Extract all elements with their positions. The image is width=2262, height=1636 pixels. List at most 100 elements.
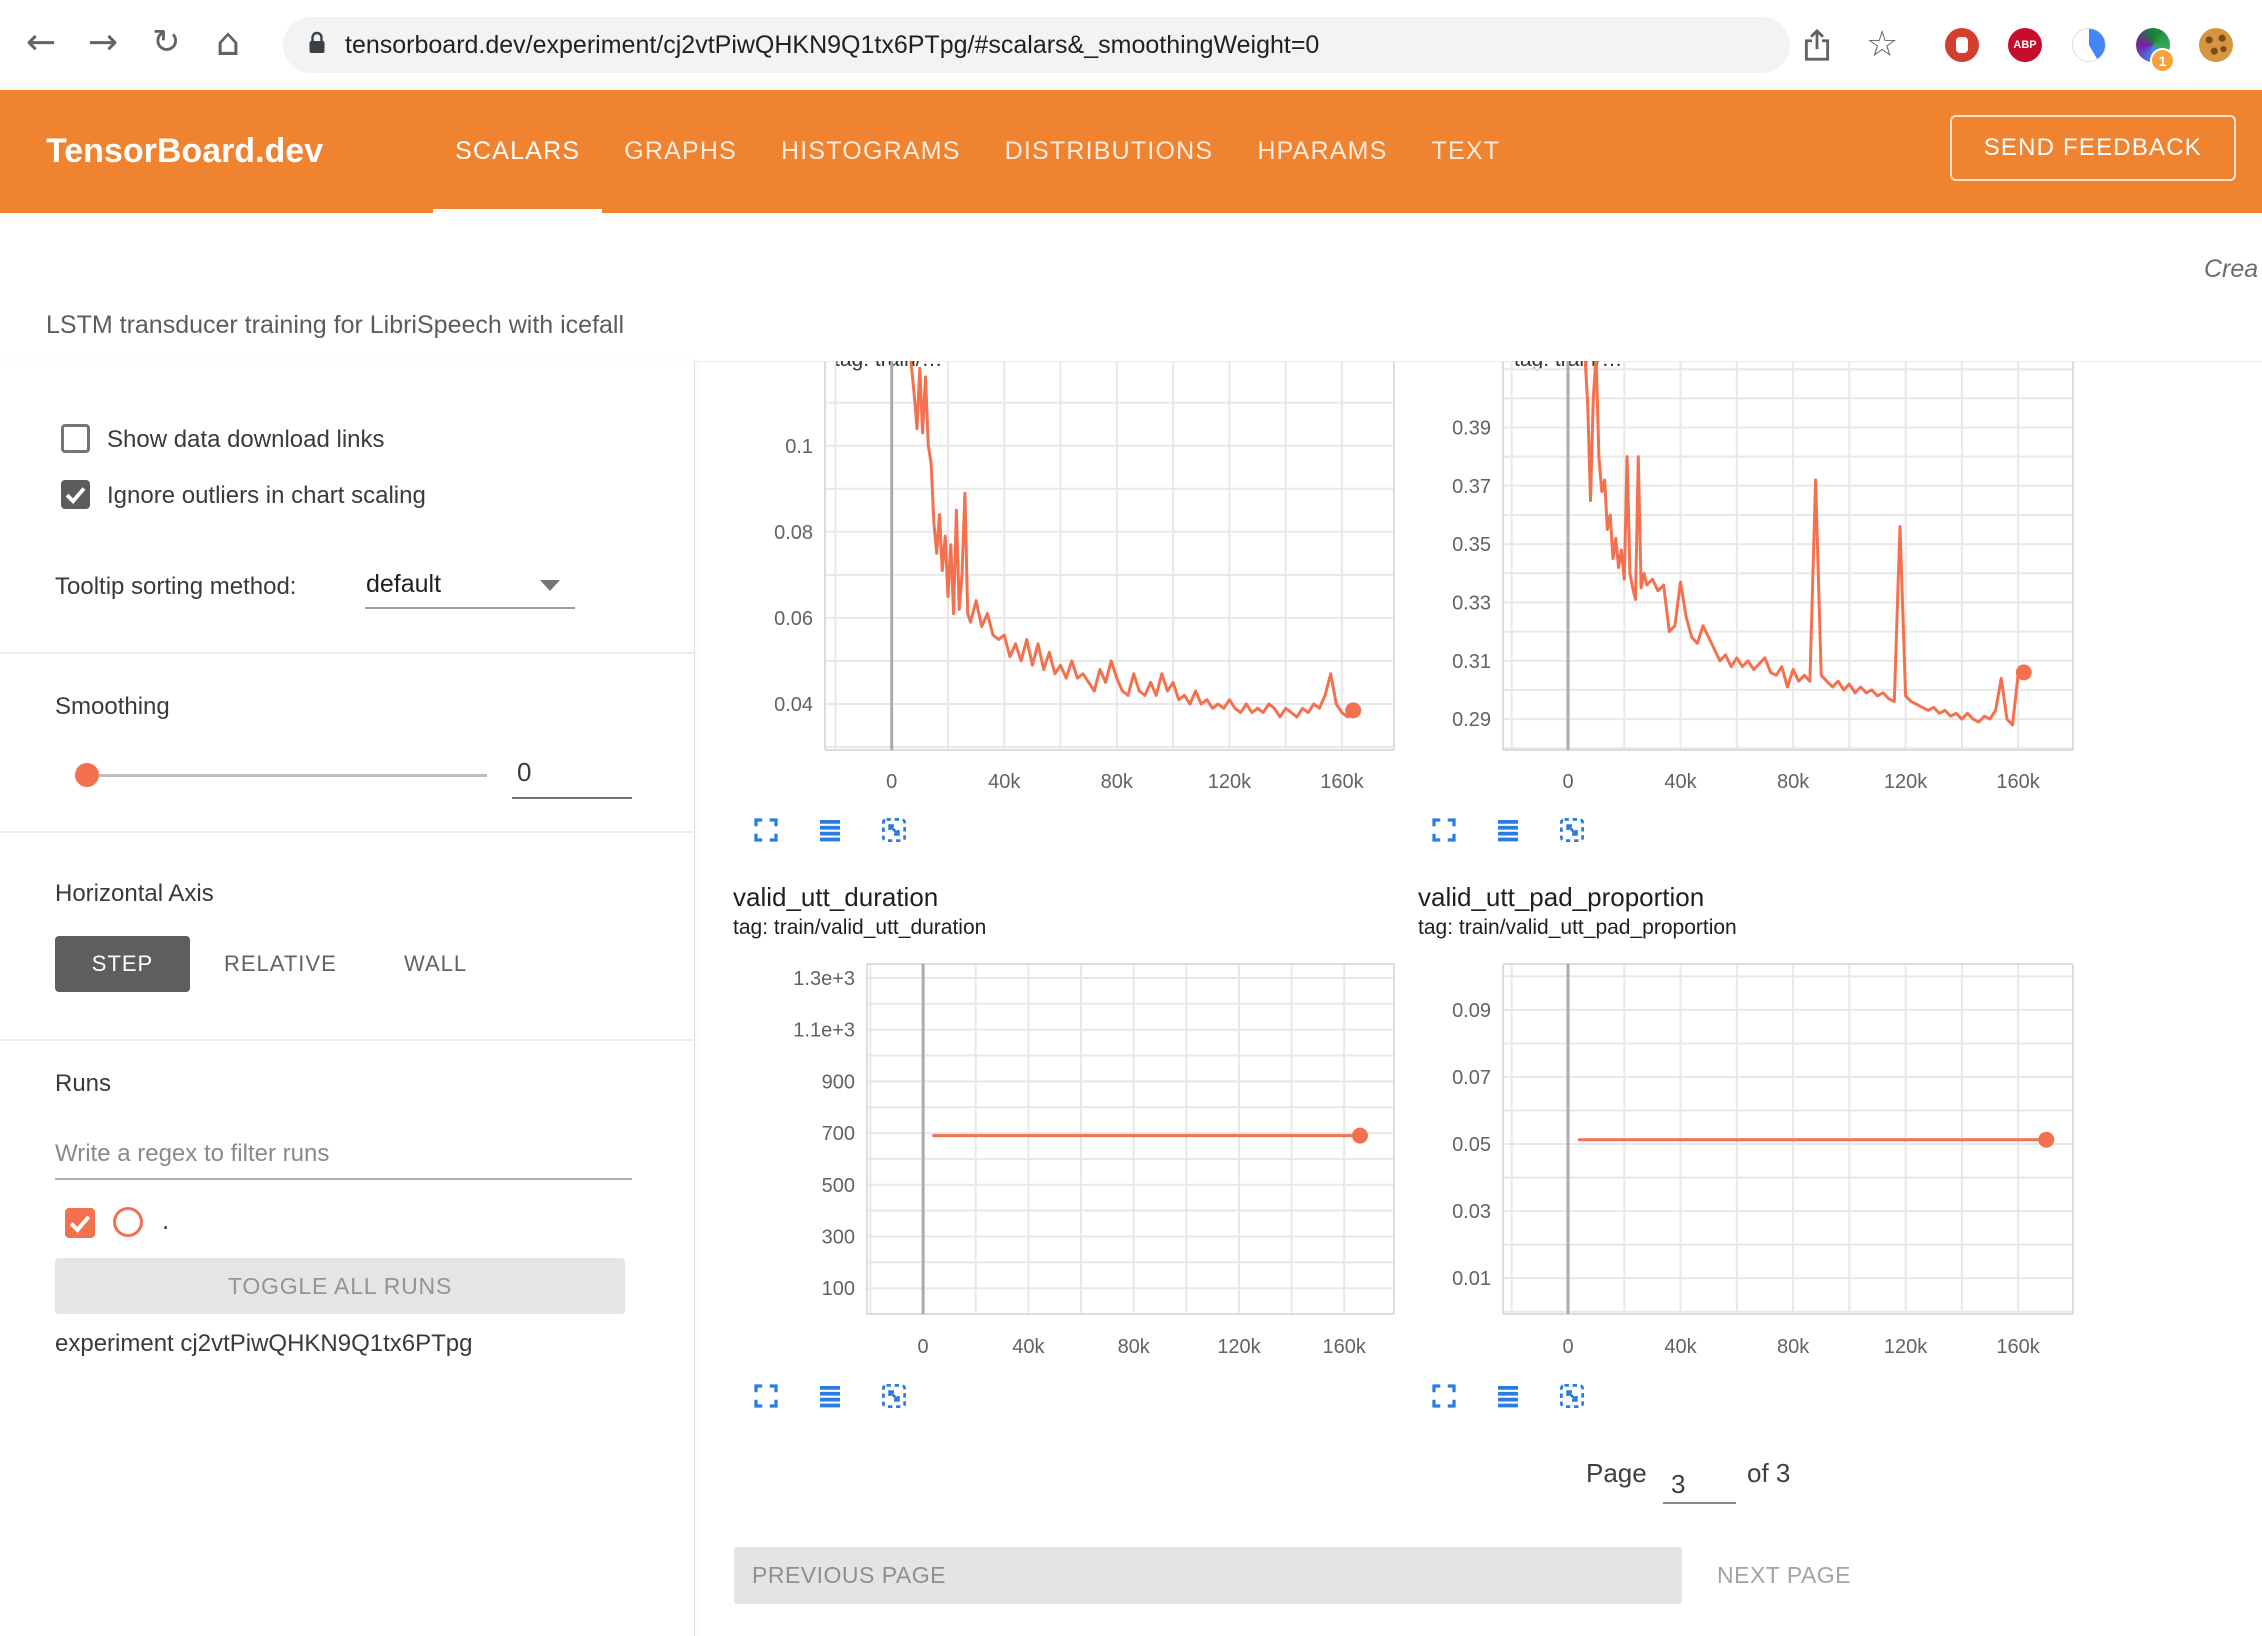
svg-text:0.05: 0.05 bbox=[1452, 1134, 1491, 1156]
axis-relative-button[interactable]: RELATIVE bbox=[214, 936, 347, 992]
tooltip-sorting-select[interactable]: default bbox=[366, 570, 441, 599]
expand-icon[interactable] bbox=[1429, 815, 1459, 845]
forward-icon[interactable]: → bbox=[88, 22, 118, 63]
svg-text:0.35: 0.35 bbox=[1452, 534, 1491, 556]
adblock-extension-icon[interactable] bbox=[1945, 28, 1979, 62]
page-number-input[interactable]: 3 bbox=[1663, 1458, 1736, 1504]
ignore-outliers-label: Ignore outliers in chart scaling bbox=[107, 482, 426, 510]
svg-text:900: 900 bbox=[822, 1071, 855, 1093]
ignore-outliers-checkbox[interactable] bbox=[61, 480, 90, 509]
svg-text:700: 700 bbox=[822, 1123, 855, 1145]
fit-domain-icon[interactable] bbox=[879, 815, 909, 845]
svg-text:40k: 40k bbox=[988, 771, 1021, 793]
svg-text:80k: 80k bbox=[1118, 1336, 1151, 1358]
blue-extension-icon[interactable] bbox=[2072, 28, 2106, 62]
chart3-tag: tag: train/valid_utt_duration bbox=[733, 916, 986, 940]
svg-text:40k: 40k bbox=[1012, 1336, 1045, 1358]
run-name-label: . bbox=[162, 1205, 169, 1236]
brand-logo[interactable]: TensorBoard.dev bbox=[46, 132, 323, 171]
axis-step-button[interactable]: STEP bbox=[55, 936, 190, 992]
svg-text:120k: 120k bbox=[1217, 1336, 1261, 1358]
data-table-icon[interactable] bbox=[815, 1381, 845, 1411]
svg-text:80k: 80k bbox=[1777, 771, 1810, 793]
expand-icon[interactable] bbox=[751, 1381, 781, 1411]
url-text[interactable]: tensorboard.dev/experiment/cj2vtPiwQHKN9… bbox=[345, 31, 1319, 60]
svg-text:120k: 120k bbox=[1884, 1336, 1928, 1358]
created-label-truncated: Crea bbox=[2204, 255, 2258, 284]
data-table-icon[interactable] bbox=[1493, 1381, 1523, 1411]
smoothing-value-input[interactable]: 0 bbox=[517, 757, 531, 788]
chart-plot-top-right[interactable]: 0.290.310.330.350.370.39040k80k120k160k bbox=[1418, 361, 2098, 806]
chart3-title: valid_utt_duration bbox=[733, 882, 938, 913]
svg-text:1.3e+3: 1.3e+3 bbox=[793, 968, 855, 990]
share-icon[interactable] bbox=[1800, 26, 1834, 69]
svg-text:1.1e+3: 1.1e+3 bbox=[793, 1020, 855, 1042]
profile-badge: 1 bbox=[2150, 48, 2175, 73]
svg-text:0: 0 bbox=[886, 771, 897, 793]
svg-text:0.1: 0.1 bbox=[785, 436, 813, 458]
svg-text:0: 0 bbox=[918, 1336, 929, 1358]
lock-icon bbox=[305, 28, 329, 63]
address-bar[interactable]: tensorboard.dev/experiment/cj2vtPiwQHKN9… bbox=[283, 17, 1790, 73]
expand-icon[interactable] bbox=[1429, 1381, 1459, 1411]
back-icon[interactable]: ← bbox=[26, 22, 56, 63]
runs-label: Runs bbox=[55, 1070, 111, 1098]
home-icon[interactable]: ⌂ bbox=[216, 20, 240, 64]
cookie-extension-icon[interactable] bbox=[2199, 28, 2233, 62]
smoothing-value-underline bbox=[512, 797, 632, 799]
svg-text:0: 0 bbox=[1562, 1336, 1573, 1358]
reload-icon[interactable]: ↻ bbox=[152, 22, 181, 62]
fit-domain-icon[interactable] bbox=[879, 1381, 909, 1411]
runs-filter-underline bbox=[55, 1178, 632, 1180]
svg-text:0.39: 0.39 bbox=[1452, 418, 1491, 440]
tab-text[interactable]: TEXT bbox=[1410, 90, 1523, 213]
sidebar-divider bbox=[0, 652, 694, 654]
previous-page-button[interactable]: PREVIOUS PAGE bbox=[734, 1547, 1682, 1604]
chart3-toolbar bbox=[751, 1381, 909, 1411]
axis-wall-button[interactable]: WALL bbox=[394, 936, 477, 992]
smoothing-slider-thumb[interactable] bbox=[75, 763, 99, 787]
app-header: TensorBoard.dev SCALARS GRAPHS HISTOGRAM… bbox=[0, 90, 2262, 213]
abp-extension-icon[interactable]: ABP bbox=[2008, 28, 2042, 62]
svg-text:160k: 160k bbox=[1320, 771, 1364, 793]
sidebar-divider bbox=[0, 831, 694, 833]
svg-text:160k: 160k bbox=[1996, 1336, 2040, 1358]
settings-sidebar bbox=[0, 361, 695, 1636]
chart-plot-top-left[interactable]: 0.040.060.080.1040k80k120k160k bbox=[740, 361, 1420, 806]
tab-histograms[interactable]: HISTOGRAMS bbox=[759, 90, 983, 213]
toggle-all-runs-button[interactable]: TOGGLE ALL RUNS bbox=[55, 1258, 625, 1314]
bookmark-star-icon[interactable]: ☆ bbox=[1866, 24, 1898, 65]
tooltip-sorting-label: Tooltip sorting method: bbox=[55, 573, 296, 601]
tooltip-sorting-underline bbox=[365, 607, 575, 609]
horizontal-axis-label: Horizontal Axis bbox=[55, 880, 214, 908]
run-checkbox[interactable] bbox=[65, 1208, 95, 1238]
svg-text:500: 500 bbox=[822, 1175, 855, 1197]
chevron-down-icon[interactable] bbox=[540, 580, 560, 591]
chart2-toolbar bbox=[1429, 815, 1587, 845]
experiment-name-label: experiment cj2vtPiwQHKN9Q1tx6PTpg bbox=[55, 1330, 473, 1358]
next-page-button[interactable]: NEXT PAGE bbox=[1717, 1547, 1851, 1604]
tab-scalars[interactable]: SCALARS bbox=[433, 90, 602, 213]
svg-text:100: 100 bbox=[822, 1278, 855, 1300]
data-table-icon[interactable] bbox=[815, 815, 845, 845]
svg-text:160k: 160k bbox=[1996, 771, 2040, 793]
tab-graphs[interactable]: GRAPHS bbox=[602, 90, 759, 213]
chart-plot-valid-utt-pad-proportion[interactable]: 0.010.030.050.070.09040k80k120k160k bbox=[1418, 950, 2098, 1380]
fit-domain-icon[interactable] bbox=[1557, 1381, 1587, 1411]
expand-icon[interactable] bbox=[751, 815, 781, 845]
smoothing-slider-track[interactable] bbox=[79, 774, 487, 777]
show-download-links-checkbox[interactable] bbox=[61, 424, 90, 453]
tab-distributions[interactable]: DISTRIBUTIONS bbox=[983, 90, 1236, 213]
data-table-icon[interactable] bbox=[1493, 815, 1523, 845]
chart-plot-valid-utt-duration[interactable]: 1003005007009001.1e+31.3e+3040k80k120k16… bbox=[733, 950, 1413, 1380]
runs-filter-input[interactable]: Write a regex to filter runs bbox=[55, 1140, 329, 1168]
page-total-label: of 3 bbox=[1747, 1458, 1790, 1489]
svg-text:0.07: 0.07 bbox=[1452, 1067, 1491, 1089]
tab-hparams[interactable]: HPARAMS bbox=[1235, 90, 1409, 213]
svg-text:40k: 40k bbox=[1664, 771, 1697, 793]
svg-text:160k: 160k bbox=[1323, 1336, 1367, 1358]
send-feedback-button[interactable]: SEND FEEDBACK bbox=[1950, 115, 2236, 181]
fit-domain-icon[interactable] bbox=[1557, 815, 1587, 845]
sidebar-divider bbox=[0, 1039, 694, 1041]
svg-text:0.29: 0.29 bbox=[1452, 709, 1491, 731]
